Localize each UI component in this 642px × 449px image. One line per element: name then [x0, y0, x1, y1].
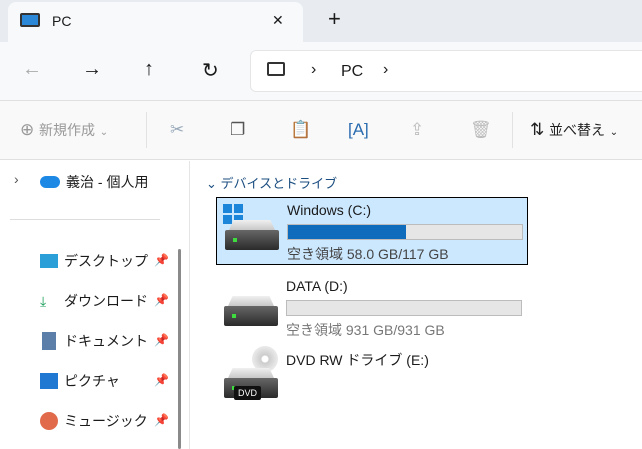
drive-c[interactable]: Windows (C:) 空き領域 58.0 GB/117 GB — [216, 197, 528, 265]
paste-icon[interactable]: 📋 — [290, 120, 311, 140]
drive-free-space: 空き領域 58.0 GB/117 GB — [287, 246, 449, 262]
desktop-icon — [40, 254, 58, 268]
scrollbar[interactable] — [178, 249, 181, 449]
drive-d[interactable]: DATA (D:) 空き領域 931 GB/931 GB — [216, 274, 528, 342]
tab-title: PC — [52, 13, 72, 29]
new-tab-button[interactable]: + — [328, 6, 341, 32]
sidebar-item-desktop[interactable]: デスクトップ — [40, 251, 148, 271]
drive-usage-bar — [287, 224, 523, 240]
sort-button[interactable]: ⇅ 並べ替え ⌄ — [530, 120, 618, 140]
close-tab-button[interactable]: ✕ — [272, 12, 284, 29]
hard-drive-icon — [224, 306, 278, 326]
cut-icon[interactable]: ✂ — [170, 120, 184, 140]
pin-icon[interactable]: 📌 — [154, 333, 169, 347]
drive-e[interactable]: DVD DVD RW ドライブ (E:) — [216, 346, 528, 414]
delete-icon[interactable]: 🗑 — [470, 120, 492, 140]
share-icon[interactable]: ⇪ — [410, 120, 424, 140]
drive-free-space: 空き領域 931 GB/931 GB — [286, 322, 445, 338]
back-button[interactable]: ← — [22, 58, 42, 81]
sort-icon: ⇅ — [530, 120, 545, 139]
drive-name: DATA (D:) — [286, 278, 348, 294]
plus-circle-icon: ⊕ — [20, 120, 35, 139]
expand-chevron-icon[interactable]: › — [14, 171, 19, 187]
sidebar-item-pictures[interactable]: ピクチャ — [40, 371, 120, 391]
dvd-badge: DVD — [234, 386, 262, 400]
sidebar-item-downloads[interactable]: ⤓ ダウンロード — [40, 291, 148, 311]
monitor-icon — [20, 13, 40, 27]
drive-name: Windows (C:) — [287, 202, 372, 218]
pictures-icon — [40, 373, 58, 389]
pin-icon[interactable]: 📌 — [154, 373, 169, 387]
breadcrumb-pc[interactable]: PC — [341, 63, 363, 81]
new-button[interactable]: ⊕ 新規作成 ⌄ — [20, 120, 108, 140]
pin-icon[interactable]: 📌 — [154, 253, 169, 267]
forward-button[interactable]: → — [82, 58, 102, 81]
refresh-button[interactable]: ↻ — [202, 58, 219, 83]
sidebar-item-music[interactable]: ミュージック — [40, 411, 148, 431]
new-label: 新規作成 — [38, 122, 95, 138]
rename-icon[interactable]: [A] — [348, 120, 369, 140]
label: ダウンロード — [64, 293, 148, 309]
onedrive-item[interactable]: 義治 - 個人用 — [40, 172, 148, 192]
pin-icon[interactable]: 📌 — [154, 293, 169, 307]
divider — [146, 112, 147, 148]
monitor-icon — [267, 62, 285, 76]
sidebar-item-documents[interactable]: ドキュメント — [40, 331, 148, 351]
address-bar[interactable]: › PC › — [250, 50, 642, 92]
drive-usage-bar — [286, 300, 522, 316]
divider — [10, 219, 160, 220]
sort-label: 並べ替え — [548, 122, 605, 138]
pin-icon[interactable]: 📌 — [154, 413, 169, 427]
label: デスクトップ — [64, 253, 148, 269]
document-icon — [42, 332, 56, 350]
chevron-down-icon: ⌄ — [206, 176, 217, 191]
music-icon — [40, 412, 58, 430]
tab-pc[interactable]: PC ✕ — [8, 2, 303, 42]
group-label: デバイスとドライブ — [220, 176, 338, 191]
chevron-right-icon: › — [311, 61, 317, 78]
chevron-right-icon[interactable]: › — [383, 61, 388, 79]
hard-drive-icon — [225, 230, 279, 250]
up-button[interactable]: ↑ — [144, 58, 154, 81]
download-icon: ⤓ — [40, 292, 47, 309]
drive-name: DVD RW ドライブ (E:) — [286, 352, 429, 368]
navigation-pane: › 義治 - 個人用 デスクトップ ⤓ ダウンロード ドキュメント ピクチャ ミュ… — [0, 161, 190, 449]
onedrive-label: 義治 - 個人用 — [66, 174, 149, 190]
copy-icon[interactable]: ❐ — [230, 120, 245, 140]
label: ピクチャ — [64, 373, 120, 389]
cloud-icon — [40, 176, 60, 188]
label: ドキュメント — [64, 333, 148, 349]
label: ミュージック — [64, 413, 148, 429]
divider — [512, 112, 513, 148]
group-header[interactable]: ⌄ デバイスとドライブ — [206, 173, 337, 192]
